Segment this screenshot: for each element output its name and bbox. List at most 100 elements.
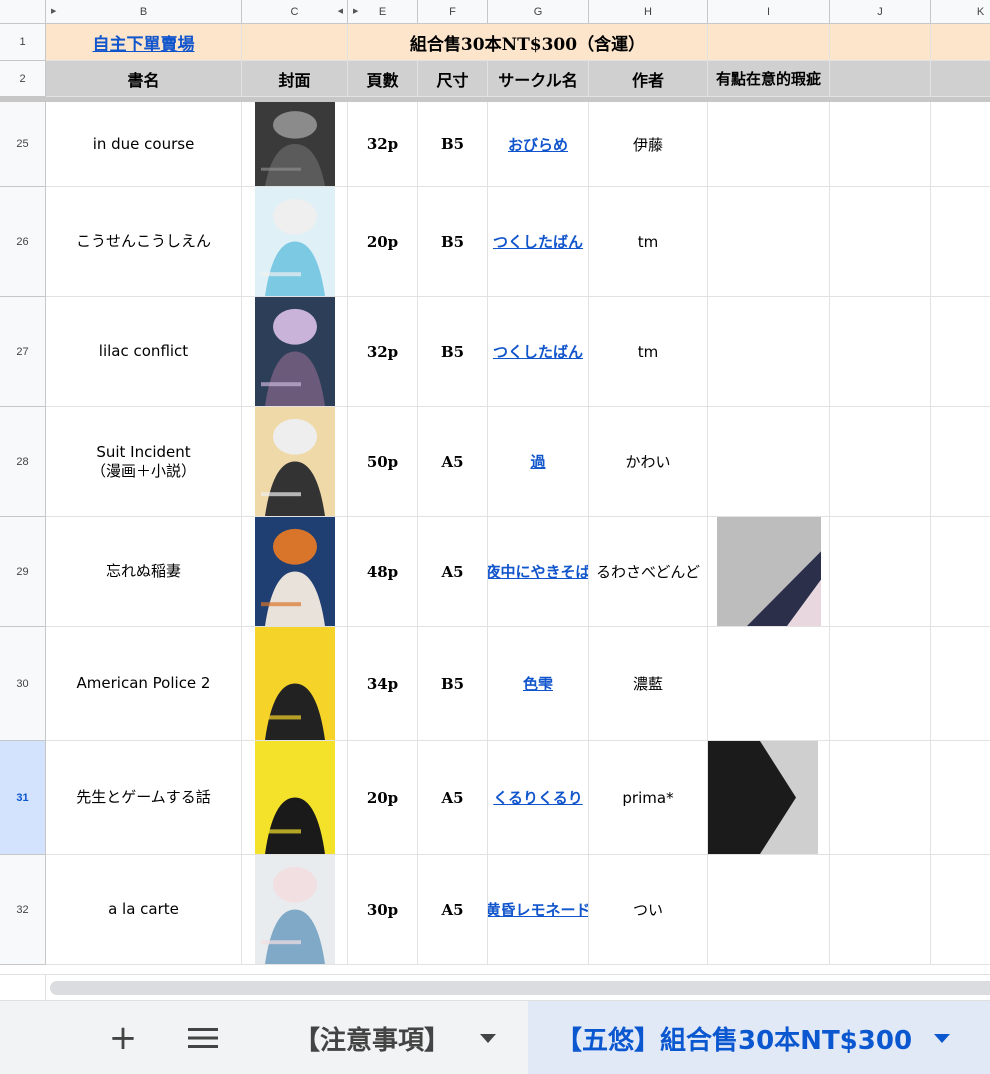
circle-link[interactable]: 色雫: [523, 673, 553, 694]
cell-cover[interactable]: [242, 517, 348, 627]
cell-circle[interactable]: つくしたばん: [488, 297, 589, 407]
expand-hidden-icon[interactable]: ▶: [353, 7, 358, 15]
chevron-down-icon[interactable]: [934, 1033, 951, 1043]
cell-cover[interactable]: [242, 741, 348, 855]
cell-pages[interactable]: 50p: [348, 407, 418, 517]
cell-flaw[interactable]: [708, 102, 830, 187]
empty-cell[interactable]: [931, 517, 990, 627]
cell-flaw[interactable]: [708, 627, 830, 741]
empty-cell[interactable]: [931, 297, 990, 407]
cell-flaw[interactable]: [708, 187, 830, 297]
cell-title[interactable]: 忘れぬ稲妻: [46, 517, 242, 627]
cell-cover[interactable]: [242, 297, 348, 407]
header-flaw[interactable]: 有點在意的瑕疵: [708, 61, 830, 97]
empty-cell[interactable]: [830, 24, 931, 61]
empty-cell[interactable]: [708, 24, 830, 61]
cell-size[interactable]: A5: [418, 407, 488, 517]
row-header-25[interactable]: 25: [0, 102, 46, 187]
circle-link[interactable]: つくしたばん: [493, 341, 583, 362]
tab-notes[interactable]: 【注意事項】: [280, 1001, 528, 1074]
cell-title[interactable]: Suit Incident （漫画＋小説）: [46, 407, 242, 517]
cell-circle[interactable]: 夜中にやきそば: [488, 517, 589, 627]
cell-flaw[interactable]: [708, 741, 830, 855]
cell-circle[interactable]: 色雫: [488, 627, 589, 741]
cell-cover[interactable]: [242, 187, 348, 297]
cell-flaw[interactable]: [708, 517, 830, 627]
cell-title[interactable]: こうせんこうしえん: [46, 187, 242, 297]
row-header-30[interactable]: 30: [0, 627, 46, 741]
tab-bundle-sale[interactable]: 【五悠】組合售30本NT$300: [528, 1001, 990, 1074]
collapse-icon[interactable]: ◀: [338, 7, 343, 15]
circle-link[interactable]: 黄昏レモネード: [488, 899, 588, 920]
select-all-corner[interactable]: [0, 0, 46, 24]
circle-link[interactable]: つくしたばん: [493, 231, 583, 252]
header-size[interactable]: 尺寸: [418, 61, 488, 97]
cell-size[interactable]: B5: [418, 297, 488, 407]
cell-author[interactable]: tm: [589, 297, 708, 407]
header-cover[interactable]: 封面: [242, 61, 348, 97]
circle-link[interactable]: くるりくるり: [493, 787, 582, 808]
cell-pages[interactable]: 20p: [348, 741, 418, 855]
cell-pages[interactable]: 32p: [348, 297, 418, 407]
cell-author[interactable]: tm: [589, 187, 708, 297]
cell-size[interactable]: B5: [418, 627, 488, 741]
shop-link-cell[interactable]: 自主下單賣場: [46, 24, 242, 61]
cell-size[interactable]: A5: [418, 517, 488, 627]
cell-title[interactable]: a la carte: [46, 855, 242, 965]
add-sheet-button[interactable]: +: [98, 1001, 148, 1074]
row-header-2[interactable]: 2: [0, 61, 46, 97]
empty-cell[interactable]: [830, 741, 931, 855]
empty-cell[interactable]: [830, 61, 931, 97]
expand-left-icon[interactable]: ▶: [51, 7, 56, 15]
cell-flaw[interactable]: [708, 407, 830, 517]
empty-cell[interactable]: [931, 407, 990, 517]
empty-cell[interactable]: [830, 855, 931, 965]
empty-cell[interactable]: [931, 187, 990, 297]
empty-cell[interactable]: [830, 627, 931, 741]
cell-cover[interactable]: [242, 407, 348, 517]
empty-cell[interactable]: [830, 517, 931, 627]
row-header-28[interactable]: 28: [0, 407, 46, 517]
empty-cell[interactable]: [931, 61, 990, 97]
cell-author[interactable]: るわさべどんど: [589, 517, 708, 627]
cell-circle[interactable]: くるりくるり: [488, 741, 589, 855]
column-header-b[interactable]: ▶ B: [46, 0, 242, 24]
cell-author[interactable]: かわい: [589, 407, 708, 517]
scrollbar-thumb[interactable]: [50, 981, 990, 995]
column-header-i[interactable]: I: [708, 0, 830, 24]
cell-cover[interactable]: [242, 627, 348, 741]
empty-cell[interactable]: [830, 407, 931, 517]
cell-title[interactable]: lilac conflict: [46, 297, 242, 407]
cell-size[interactable]: B5: [418, 102, 488, 187]
row-header-32[interactable]: 32: [0, 855, 46, 965]
cell-title[interactable]: American Police 2: [46, 627, 242, 741]
header-author[interactable]: 作者: [589, 61, 708, 97]
merged-title-cell[interactable]: 組合售30本NT$300（含運）: [348, 24, 708, 61]
circle-link[interactable]: 過: [530, 451, 545, 472]
column-header-f[interactable]: F: [418, 0, 488, 24]
column-header-k[interactable]: K: [931, 0, 990, 24]
cell-author[interactable]: 濃藍: [589, 627, 708, 741]
row-header-31[interactable]: 31: [0, 741, 46, 855]
cell-author[interactable]: つい: [589, 855, 708, 965]
cell-circle[interactable]: 黄昏レモネード: [488, 855, 589, 965]
empty-cell[interactable]: [931, 24, 990, 61]
cell-pages[interactable]: 48p: [348, 517, 418, 627]
circle-link[interactable]: おびらめ: [508, 134, 568, 155]
all-sheets-button[interactable]: [178, 1001, 228, 1074]
cell-circle[interactable]: 過: [488, 407, 589, 517]
chevron-down-icon[interactable]: [480, 1033, 497, 1043]
empty-cell[interactable]: [931, 855, 990, 965]
cell-flaw[interactable]: [708, 855, 830, 965]
header-pages[interactable]: 頁數: [348, 61, 418, 97]
cell-cover[interactable]: [242, 855, 348, 965]
empty-cell[interactable]: [931, 627, 990, 741]
cell-circle[interactable]: おびらめ: [488, 102, 589, 187]
cell-flaw[interactable]: [708, 297, 830, 407]
cell-size[interactable]: B5: [418, 187, 488, 297]
empty-cell[interactable]: [931, 741, 990, 855]
empty-cell[interactable]: [830, 187, 931, 297]
circle-link[interactable]: 夜中にやきそば: [488, 561, 588, 582]
cell-size[interactable]: A5: [418, 741, 488, 855]
cell-title[interactable]: in due course: [46, 102, 242, 187]
